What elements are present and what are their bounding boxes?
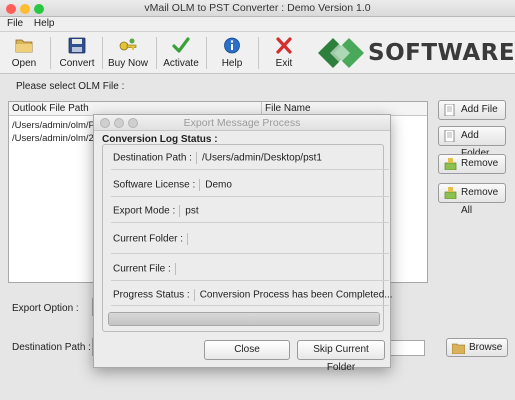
dialog-minimize-dot[interactable] [114, 118, 124, 128]
menu-bar: File Help [0, 17, 515, 32]
current-folder-key: Current Folder : [113, 233, 184, 245]
export-option-label: Export Option : [12, 303, 79, 314]
row-divider [111, 253, 389, 254]
export-mode-key: Export Mode : [113, 205, 176, 217]
exit-x-icon [276, 37, 292, 54]
export-mode-value: pst [185, 205, 199, 217]
progress-bar-fill [109, 313, 379, 325]
open-button[interactable]: Open [4, 32, 44, 74]
progress-status-value: Conversion Process has been Completed... [199, 289, 393, 301]
add-file-icon [444, 104, 455, 116]
toolbar-separator [206, 37, 207, 69]
open-label: Open [11, 58, 37, 69]
destination-path-label: Destination Path : [12, 342, 91, 353]
dialog-close-dot[interactable] [100, 118, 110, 128]
progress-bar [108, 312, 380, 326]
folder-icon [452, 343, 465, 354]
help-label: Help [221, 58, 243, 69]
save-disk-icon [68, 37, 86, 54]
add-file-label: Add File [461, 104, 498, 115]
progress-status-row: Progress Status : Conversion Process has … [113, 289, 393, 301]
dialog-zoom-dot[interactable] [128, 118, 138, 128]
menu-file[interactable]: File [3, 17, 27, 31]
dialog-title: Export Message Process [183, 117, 301, 129]
remove-all-label: Remove All [461, 187, 499, 216]
toolbar-separator [156, 37, 157, 69]
row-divider [111, 196, 389, 197]
zoom-window-dot[interactable] [34, 4, 44, 14]
exit-label: Exit [275, 58, 293, 69]
activate-label: Activate [163, 58, 199, 69]
info-icon [224, 37, 240, 54]
skip-current-folder-button[interactable]: Skip Current Folder [297, 340, 385, 373]
table-row[interactable]: /Users/admin/olm/20 [12, 133, 99, 144]
remove-all-icon [444, 187, 457, 199]
remove-all-button[interactable]: Remove All [438, 183, 506, 216]
current-file-key: Current File : [113, 263, 171, 275]
remove-button[interactable]: Remove [438, 154, 506, 174]
toolbar-separator [258, 37, 259, 69]
export-mode-row: Export Mode : pst [113, 205, 199, 217]
progress-status-key: Progress Status : [113, 289, 190, 301]
activate-button[interactable]: Activate [160, 32, 202, 74]
export-message-dialog: Export Message Process Conversion Log St… [93, 114, 393, 373]
license-key: Software License : [113, 179, 196, 191]
brand-logo: SOFTWARE [318, 35, 515, 71]
select-olm-label: Please select OLM File : [16, 81, 125, 92]
convert-label: Convert [59, 58, 95, 69]
toolbar-separator [102, 37, 103, 69]
destination-path-value: /Users/admin/Desktop/pst1 [201, 152, 322, 164]
window-title: vMail OLM to PST Converter : Demo Versio… [144, 2, 371, 14]
table-row[interactable]: /Users/admin/olm/Pa [12, 120, 100, 131]
add-file-button[interactable]: Add File [438, 100, 506, 120]
row-divider [111, 169, 389, 170]
close-button[interactable]: Close [204, 340, 290, 360]
add-folder-icon [444, 130, 455, 142]
diamond-logo-icon [318, 38, 364, 68]
row-divider [111, 222, 389, 223]
row-divider [111, 305, 389, 306]
destination-path-field-end[interactable] [385, 340, 425, 356]
license-value: Demo [205, 179, 232, 191]
buy-now-label: Buy Now [107, 58, 148, 69]
current-folder-row: Current Folder : [113, 233, 193, 245]
menu-help[interactable]: Help [30, 17, 59, 31]
log-status-panel: Destination Path : /Users/admin/Desktop/p… [102, 144, 393, 332]
remove-icon [444, 158, 457, 170]
destination-path-key: Destination Path : [113, 152, 192, 164]
add-folder-button[interactable]: Add Folder [438, 126, 506, 159]
logo-text: SOFTWARE [368, 40, 515, 66]
convert-button[interactable]: Convert [56, 32, 98, 74]
browse-label: Browse [469, 342, 503, 353]
close-window-dot[interactable] [6, 4, 16, 14]
row-divider [111, 280, 389, 281]
remove-label: Remove [461, 158, 499, 169]
checkmark-icon [172, 37, 190, 53]
browse-button[interactable]: Browse [446, 338, 508, 357]
dialog-title-bar: Export Message Process [94, 115, 390, 131]
help-button[interactable]: Help [212, 32, 252, 74]
window-title-bar: vMail OLM to PST Converter : Demo Versio… [0, 0, 515, 17]
current-file-row: Current File : [113, 263, 181, 275]
license-row: Software License : Demo [113, 179, 232, 191]
destination-row: Destination Path : /Users/admin/Desktop/p… [113, 152, 322, 164]
toolbar-separator [50, 37, 51, 69]
exit-button[interactable]: Exit [264, 32, 304, 74]
minimize-window-dot[interactable] [20, 4, 30, 14]
key-icon [119, 38, 137, 51]
folder-icon [15, 39, 33, 53]
buy-now-button[interactable]: Buy Now [106, 32, 150, 74]
